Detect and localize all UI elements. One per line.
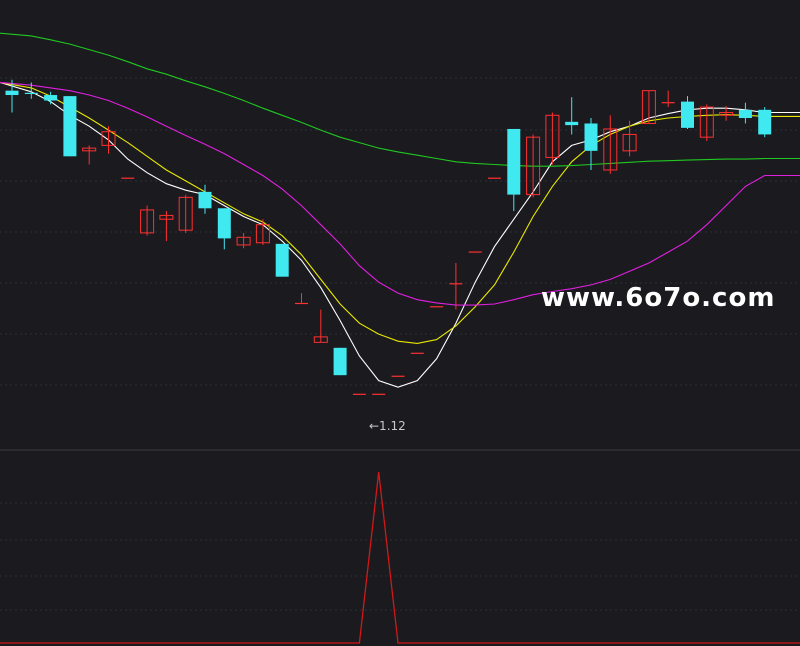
candle xyxy=(622,120,637,157)
min-price-label: ←1.12 xyxy=(369,419,406,433)
candle xyxy=(641,90,656,124)
candle xyxy=(82,145,97,165)
candle-body xyxy=(333,347,347,376)
stock-chart xyxy=(0,32,800,644)
candle xyxy=(699,104,714,141)
main-panel-grid xyxy=(0,77,800,386)
candle xyxy=(63,96,77,157)
candle-body xyxy=(507,128,521,195)
candle xyxy=(603,115,618,174)
candle xyxy=(758,107,772,138)
indicator-polyline xyxy=(0,471,800,644)
candle xyxy=(507,128,521,212)
ma-line-3 xyxy=(0,81,800,306)
candle xyxy=(661,90,675,108)
candle-body xyxy=(275,243,289,277)
candle xyxy=(295,293,308,305)
candle-body xyxy=(758,109,772,135)
candle-body xyxy=(738,109,752,119)
watermark-text: www.6o7o.com xyxy=(541,283,776,313)
indicator-line xyxy=(0,471,800,644)
candle xyxy=(236,232,251,249)
candlesticks xyxy=(5,79,772,395)
candle-body xyxy=(217,208,231,239)
candle xyxy=(313,309,328,343)
candle-body xyxy=(565,121,579,126)
candle-body xyxy=(681,101,694,128)
candle xyxy=(545,112,560,165)
candle-body xyxy=(63,96,77,157)
candle xyxy=(584,118,598,170)
candle xyxy=(217,208,231,250)
candle xyxy=(178,194,193,233)
candle xyxy=(101,126,116,154)
ma-line-4 xyxy=(0,32,800,167)
candle xyxy=(333,347,347,376)
candle xyxy=(681,96,694,129)
candle-body xyxy=(584,123,598,151)
candle xyxy=(449,263,463,310)
candle xyxy=(159,211,174,242)
candle xyxy=(738,102,752,124)
candle xyxy=(565,97,579,135)
candle-body xyxy=(198,191,212,209)
candle-body xyxy=(44,95,58,101)
candle xyxy=(275,243,289,277)
indicator-panel-grid xyxy=(0,502,800,611)
candle-body xyxy=(5,90,19,96)
candle xyxy=(140,205,155,236)
